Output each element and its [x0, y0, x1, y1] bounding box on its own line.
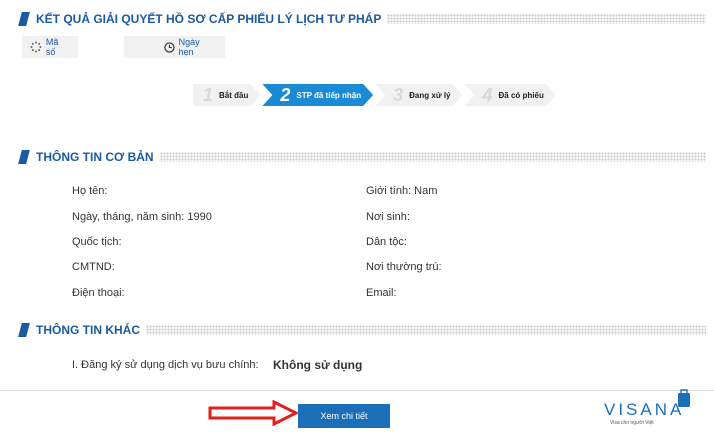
- section-marker-icon: [18, 12, 30, 26]
- birthplace-field: Nơi sinh:: [366, 211, 410, 223]
- step-number: 2: [280, 84, 291, 105]
- brand-name: VISANA: [604, 400, 685, 419]
- spinner-icon: [30, 41, 42, 53]
- clock-icon: [164, 41, 175, 53]
- result-header: KẾT QUẢ GIẢI QUYẾT HỒ SƠ CẤP PHIẾU LÝ LỊ…: [18, 8, 706, 30]
- step-label: STP đã tiếp nhận: [296, 90, 362, 100]
- dotted-divider: [146, 325, 706, 335]
- date-label: Ngày hẹn: [178, 37, 200, 57]
- basic-info-header: THÔNG TIN CƠ BẢN: [18, 146, 706, 168]
- email-field: Email:: [366, 287, 397, 299]
- step-label: Đang xử lý: [409, 90, 451, 100]
- residence-field: Nơi thường trú:: [366, 261, 442, 273]
- code-input[interactable]: [78, 36, 124, 58]
- postal-service-value: Không sử dụng: [273, 358, 363, 372]
- brand-tagline: Visa cho người Việt: [610, 420, 654, 426]
- ethnicity-field: Dân tộc:: [366, 236, 407, 248]
- date-input[interactable]: [224, 36, 297, 58]
- birth-date-field: Ngày, tháng, năm sinh: 1990: [72, 211, 212, 223]
- dotted-divider: [387, 14, 706, 24]
- section-marker-icon: [18, 323, 30, 337]
- code-label: Mã số: [45, 37, 59, 57]
- code-field[interactable]: Mã số: [22, 36, 78, 58]
- id-card-field: CMTND:: [72, 261, 115, 273]
- step-number: 1: [203, 84, 214, 105]
- section-marker-icon: [18, 150, 30, 164]
- step-done: 4 Đã có phiếu: [465, 84, 556, 106]
- gender-field: Giới tính: Nam: [366, 185, 438, 197]
- lookup-bar: Mã số Ngày hẹn: [22, 36, 297, 58]
- section-title: THÔNG TIN CƠ BẢN: [36, 150, 154, 164]
- step-start: 1 Bắt đầu: [193, 84, 260, 106]
- step-label: Đã có phiếu: [498, 90, 544, 100]
- pointer-arrow-icon: [208, 400, 298, 426]
- postal-service-label: I. Đăng ký sử dụng dịch vụ bưu chính:: [72, 359, 259, 371]
- view-details-button[interactable]: Xem chi tiết: [298, 404, 390, 428]
- section-title: THÔNG TIN KHÁC: [36, 323, 140, 337]
- date-field[interactable]: Ngày hẹn: [124, 36, 225, 58]
- step-number: 4: [482, 84, 493, 105]
- page-title: KẾT QUẢ GIẢI QUYẾT HỒ SƠ CẤP PHIẾU LÝ LỊ…: [36, 12, 382, 26]
- step-received: 2 STP đã tiếp nhận: [262, 84, 373, 106]
- brand-logo: VISANA Visa cho người Việt: [604, 389, 708, 430]
- progress-steps: 1 Bắt đầu 2 STP đã tiếp nhận 3 Đang xử l…: [193, 84, 558, 106]
- step-processing: 3 Đang xử lý: [375, 84, 462, 106]
- step-number: 3: [393, 84, 404, 105]
- step-label: Bắt đầu: [219, 90, 249, 100]
- dotted-divider: [159, 152, 706, 162]
- other-info-header: THÔNG TIN KHÁC: [18, 319, 706, 341]
- name-field: Họ tên:: [72, 185, 108, 197]
- nationality-field: Quốc tịch:: [72, 236, 122, 248]
- phone-field: Điện thoại:: [72, 287, 125, 299]
